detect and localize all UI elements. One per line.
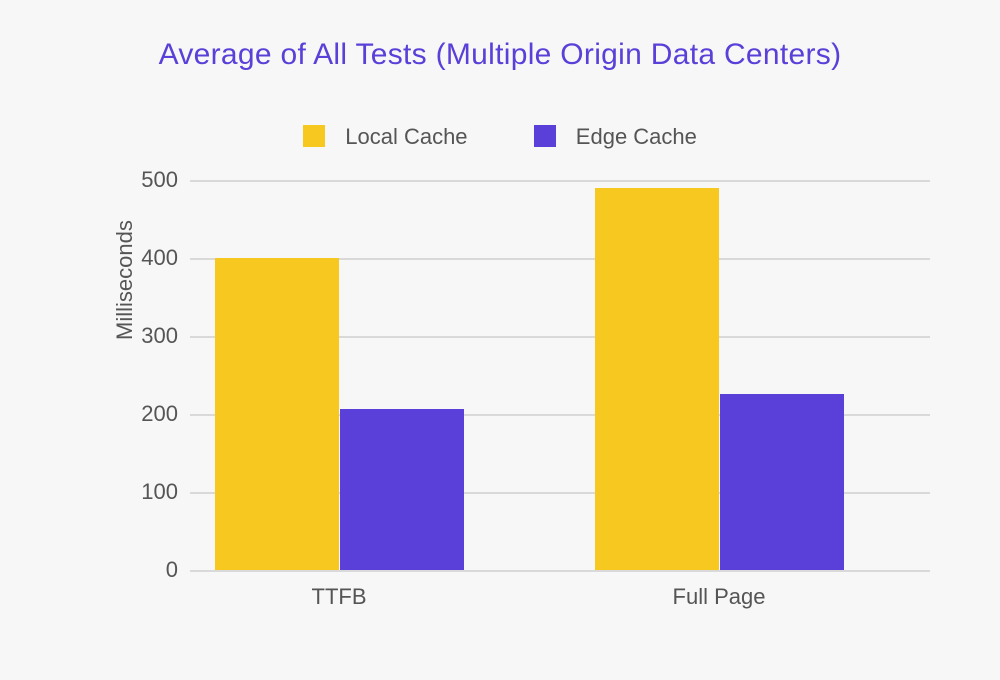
gridline-500 — [190, 180, 930, 182]
ytick-500: 500 — [118, 167, 178, 193]
bar-fullpage-local — [595, 188, 719, 570]
legend-swatch-local — [303, 125, 325, 147]
xtick-ttfb: TTFB — [312, 584, 367, 610]
plot-area: 500 400 300 200 100 0 TTFB Full Page — [190, 180, 930, 570]
legend-label-edge: Edge Cache — [576, 124, 697, 149]
bar-fullpage-edge — [720, 394, 844, 570]
gridline-0 — [190, 570, 930, 572]
ytick-100: 100 — [118, 479, 178, 505]
ytick-400: 400 — [118, 245, 178, 271]
legend-swatch-edge — [534, 125, 556, 147]
xtick-fullpage: Full Page — [673, 584, 766, 610]
legend-item-local: Local Cache — [303, 124, 467, 150]
legend-item-edge: Edge Cache — [534, 124, 697, 150]
ytick-300: 300 — [118, 323, 178, 349]
chart-title: Average of All Tests (Multiple Origin Da… — [0, 38, 1000, 72]
legend-label-local: Local Cache — [345, 124, 467, 149]
ytick-0: 0 — [118, 557, 178, 583]
ytick-200: 200 — [118, 401, 178, 427]
bar-ttfb-edge — [340, 409, 464, 570]
chart-legend: Local Cache Edge Cache — [0, 124, 1000, 150]
bar-ttfb-local — [215, 258, 339, 570]
